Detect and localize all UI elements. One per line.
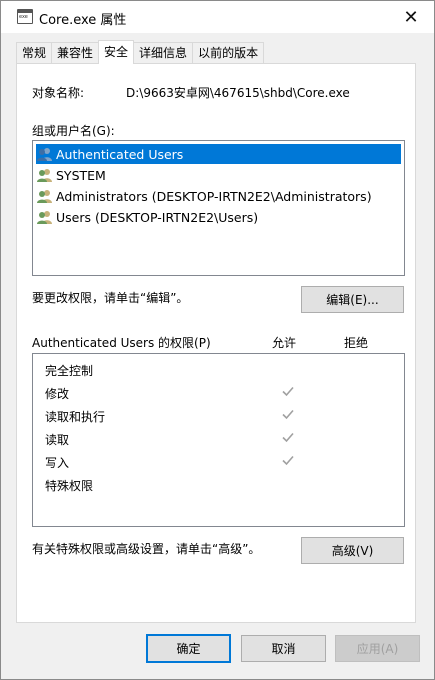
list-item-label: SYSTEM xyxy=(56,167,106,183)
list-item-authenticated-users[interactable]: Authenticated Users xyxy=(36,144,401,164)
user-group-icon xyxy=(37,148,52,161)
window-title: Core.exe 属性 xyxy=(39,13,127,28)
apply-button[interactable]: 应用(A) xyxy=(335,635,420,662)
allow-check-icon xyxy=(282,386,294,397)
user-group-icon xyxy=(37,211,52,224)
permission-row: 读取 xyxy=(45,428,405,448)
list-item-users[interactable]: Users (DESKTOP-IRTN2E2\Users) xyxy=(36,207,401,227)
close-icon: ✕ xyxy=(403,6,419,28)
allow-column-header: 允许 xyxy=(272,336,297,350)
permissions-list: 完全控制 修改 读取和执行 读取 写入 特殊权限 xyxy=(32,353,405,527)
tab-security[interactable]: 安全 xyxy=(98,40,135,64)
permissions-label: Authenticated Users 的权限(P) xyxy=(32,336,211,350)
title-bar[interactable]: Core.exe 属性 ✕ xyxy=(1,1,434,33)
permission-name: 特殊权限 xyxy=(45,479,94,493)
allow-check-icon xyxy=(282,432,294,443)
user-group-icon xyxy=(37,190,52,203)
security-panel: 对象名称: D:\9663安卓网\467615\shbd\Core.exe 组或… xyxy=(16,63,416,623)
exe-file-icon xyxy=(17,9,33,24)
allow-check-icon xyxy=(282,455,294,466)
advanced-hint: 有关特殊权限或高级设置，请单击“高级”。 xyxy=(32,542,261,556)
user-group-icon xyxy=(37,169,52,182)
allow-check-icon xyxy=(282,409,294,420)
groups-label: 组或用户名(G): xyxy=(32,124,115,138)
close-button[interactable]: ✕ xyxy=(388,1,434,33)
advanced-button[interactable]: 高级(V) xyxy=(301,537,404,564)
permission-name: 写入 xyxy=(45,456,70,470)
permission-name: 读取和执行 xyxy=(45,410,106,424)
permission-row: 读取和执行 xyxy=(45,405,405,425)
permission-row: 特殊权限 xyxy=(45,474,405,494)
object-name-value: D:\9663安卓网\467615\shbd\Core.exe xyxy=(126,86,350,100)
edit-hint: 要更改权限，请单击“编辑”。 xyxy=(32,291,189,305)
tab-strip: 常规 兼容性 安全 详细信息 以前的版本 xyxy=(16,40,265,64)
object-name-label: 对象名称: xyxy=(32,86,85,100)
tab-previous-versions[interactable]: 以前的版本 xyxy=(192,42,265,64)
list-item-administrators[interactable]: Administrators (DESKTOP-IRTN2E2\Administ… xyxy=(36,186,401,206)
permission-name: 修改 xyxy=(45,387,70,401)
edit-button[interactable]: 编辑(E)... xyxy=(301,286,404,313)
permission-row: 写入 xyxy=(45,451,405,471)
list-item-label: Users (DESKTOP-IRTN2E2\Users) xyxy=(56,209,259,225)
tab-compatibility[interactable]: 兼容性 xyxy=(51,42,100,64)
properties-window: Core.exe 属性 ✕ 常规 兼容性 安全 详细信息 以前的版本 对象名称:… xyxy=(0,0,435,680)
list-item-label: Administrators (DESKTOP-IRTN2E2\Administ… xyxy=(56,188,372,204)
permission-row: 修改 xyxy=(45,382,405,402)
cancel-button[interactable]: 取消 xyxy=(241,635,326,662)
ok-button[interactable]: 确定 xyxy=(146,634,231,663)
deny-column-header: 拒绝 xyxy=(344,336,369,350)
users-listbox[interactable]: Authenticated Users SYSTEM Administrator… xyxy=(32,140,405,276)
permission-name: 完全控制 xyxy=(45,364,94,378)
tab-general[interactable]: 常规 xyxy=(16,42,53,64)
permission-row: 完全控制 xyxy=(45,359,405,379)
list-item-label: Authenticated Users xyxy=(56,146,184,162)
permission-name: 读取 xyxy=(45,433,70,447)
list-item-system[interactable]: SYSTEM xyxy=(36,165,401,185)
tab-details[interactable]: 详细信息 xyxy=(133,42,194,64)
